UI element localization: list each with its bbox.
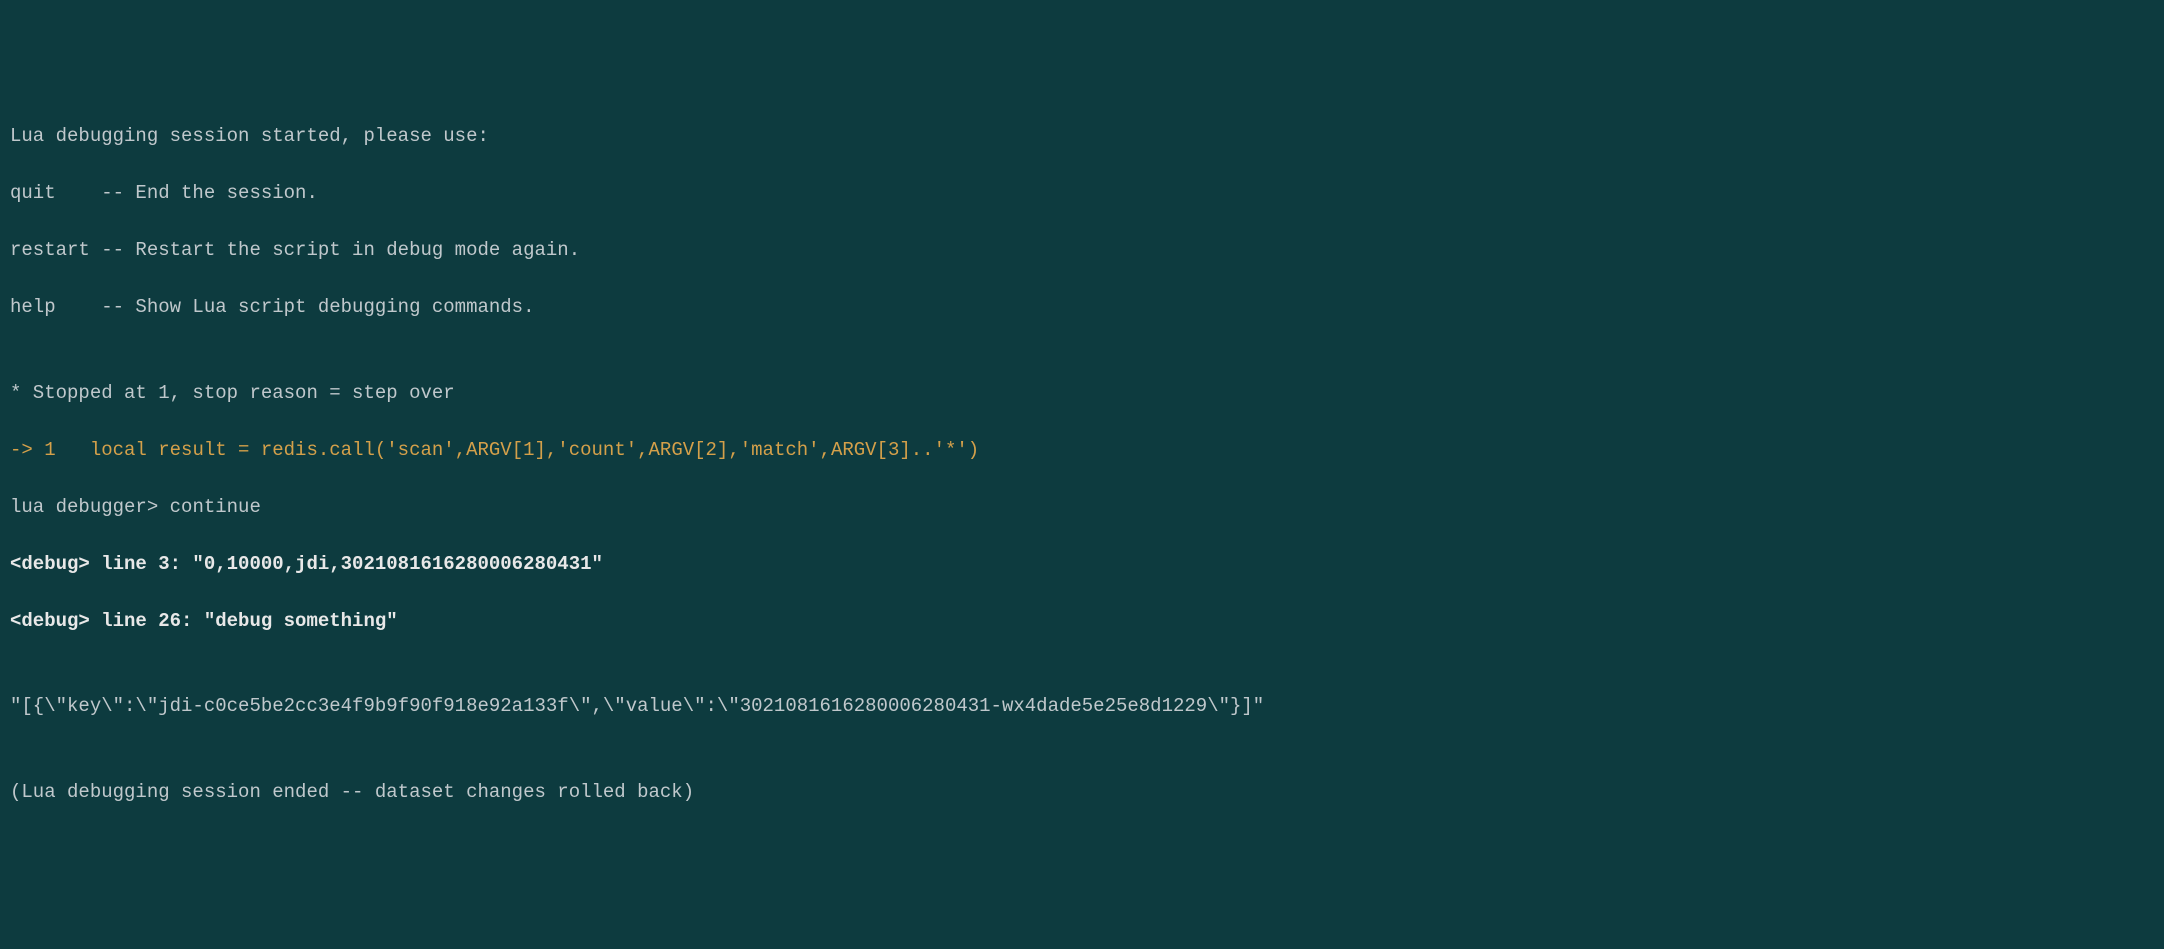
debug-header-line-4: help -- Show Lua script debugging comman…: [10, 293, 2154, 322]
prompt-line[interactable]: lua debugger> continue: [10, 493, 2154, 522]
source-arrow: -> 1: [10, 439, 90, 461]
prompt-label: lua debugger>: [10, 496, 170, 518]
debug-header-line-1: Lua debugging session started, please us…: [10, 122, 2154, 151]
source-code: local result = redis.call('scan',ARGV[1]…: [90, 439, 979, 461]
debug-header-line-3: restart -- Restart the script in debug m…: [10, 236, 2154, 265]
debug-header-line-2: quit -- End the session.: [10, 179, 2154, 208]
source-line: -> 1 local result = redis.call('scan',AR…: [10, 436, 2154, 465]
debug-output-line-2: <debug> line 26: "debug something": [10, 607, 2154, 636]
result-line: "[{\"key\":\"jdi-c0ce5be2cc3e4f9b9f90f91…: [10, 692, 2154, 721]
stopped-line: * Stopped at 1, stop reason = step over: [10, 379, 2154, 408]
user-command: continue: [170, 496, 261, 518]
session-ended-line: (Lua debugging session ended -- dataset …: [10, 778, 2154, 807]
